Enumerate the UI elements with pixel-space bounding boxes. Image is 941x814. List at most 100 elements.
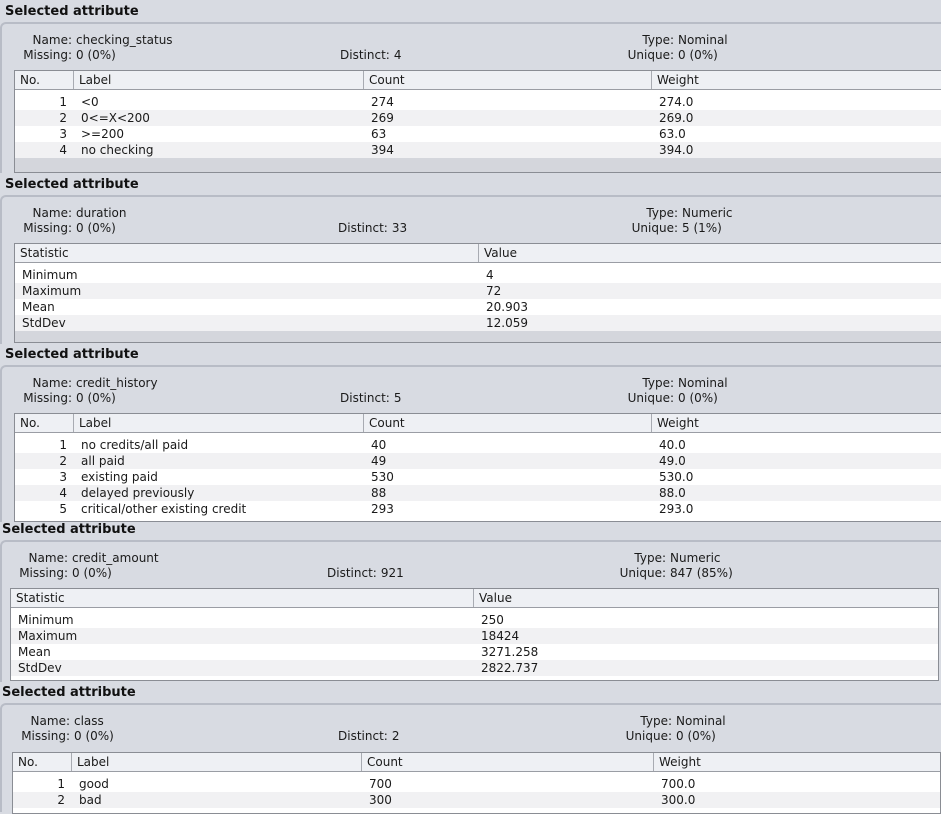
cell-weight: 530.0 [659,470,694,484]
table-row[interactable]: 2 all paid 49 49.0 [15,453,941,469]
panel-title: Selected attribute [2,522,136,537]
col-header-statistic[interactable]: Statistic [15,244,479,262]
table-row[interactable]: 3 existing paid 530 530.0 [15,469,941,485]
cell-weight: 269.0 [659,111,694,125]
col-header-no[interactable]: No. [15,414,74,432]
cell-statistic: Maximum [22,284,82,298]
type-label: Type: [634,551,666,565]
table-row[interactable]: 4 delayed previously 88 88.0 [15,485,941,501]
cell-statistic: Maximum [18,629,78,643]
table-row[interactable]: 1 good 700 700.0 [13,776,940,792]
type-label: Type: [646,206,678,220]
cell-label: critical/other existing credit [81,502,247,516]
table-row[interactable]: Mean 3271.258 [11,644,938,660]
cell-no: 4 [59,143,67,157]
table-row[interactable]: StdDev 12.059 [15,315,941,331]
cell-count: 300 [369,793,392,807]
name-value: duration [76,206,127,220]
table-row[interactable]: 1 <0 274 274.0 [15,94,941,110]
distinct-value: 2 [391,729,400,743]
table-row[interactable]: Minimum 250 [11,612,938,628]
missing-label: Missing: [21,729,70,743]
col-header-weight[interactable]: Weight [654,753,940,771]
cell-no: 5 [59,502,67,516]
type-value: Nominal [676,714,726,728]
unique-label: Unique: [631,221,678,235]
cell-count: 269 [371,111,394,125]
cell-count: 274 [371,95,394,109]
table-row[interactable]: 1 no credits/all paid 40 40.0 [15,437,941,453]
col-header-no[interactable]: No. [13,753,72,771]
col-header-count[interactable]: Count [364,71,652,89]
col-header-no[interactable]: No. [15,71,74,89]
table-row[interactable]: Minimum 4 [15,267,941,283]
missing-label: Missing: [23,221,72,235]
table-row[interactable]: 2 0<=X<200 269 269.0 [15,110,941,126]
table-row[interactable]: 5 critical/other existing credit 293 293.0 [15,501,941,517]
col-header-value[interactable]: Value [474,589,938,607]
col-header-count[interactable]: Count [362,753,654,771]
col-header-label[interactable]: Label [74,71,364,89]
cell-statistic: Minimum [22,268,78,282]
unique-row: Unique: 5 (1%) [622,221,722,236]
col-header-label[interactable]: Label [72,753,362,771]
distinct-label: Distinct: [338,221,388,235]
table-row[interactable]: 2 bad 300 300.0 [13,792,940,808]
col-header-count[interactable]: Count [364,414,652,432]
cell-value: 12.059 [486,316,528,330]
table-header: No. Label Count Weight [15,414,941,433]
missing-value: 0 (0%) [76,391,116,405]
cell-label: good [79,777,109,791]
col-header-weight[interactable]: Weight [652,414,941,432]
unique-value: 0 (0%) [678,391,718,405]
table-empty-area [15,158,941,172]
type-value: Numeric [682,206,733,220]
cell-count: 394 [371,143,394,157]
attribute-panel-credit-amount: Selected attribute Name: credit_amount Mi… [0,521,941,682]
col-header-statistic[interactable]: Statistic [11,589,474,607]
distinct-value: 5 [393,391,402,405]
unique-label: Unique: [627,391,674,405]
values-table[interactable]: No. Label Count Weight 1 <0 274 274.0 2 0<=X… [14,70,941,173]
table-row[interactable]: Maximum 18424 [11,628,938,644]
cell-no: 1 [57,777,65,791]
unique-row: Unique: 0 (0%) [620,391,718,406]
type-value: Numeric [670,551,721,565]
table-row[interactable]: Maximum 72 [15,283,941,299]
cell-count: 49 [371,454,387,468]
name-row: Name: class [12,714,104,729]
cell-label: bad [79,793,102,807]
unique-row: Unique: 847 (85%) [610,566,733,581]
col-header-label[interactable]: Label [74,414,364,432]
table-row[interactable]: StdDev 2822.737 [11,660,938,676]
cell-value: 3271.258 [481,645,539,659]
name-row: Name: checking_status [14,33,173,48]
values-table[interactable]: No. Label Count Weight 1 no credits/all p… [14,413,941,522]
name-value: checking_status [76,33,173,47]
cell-weight: 293.0 [659,502,694,516]
table-row[interactable]: Mean 20.903 [15,299,941,315]
table-row[interactable]: 3 >=200 63 63.0 [15,126,941,142]
col-header-value[interactable]: Value [479,244,941,262]
cell-weight: 40.0 [659,438,686,452]
statistics-table[interactable]: Statistic Value Minimum 250 Maximum 18424 … [10,588,939,681]
cell-count: 293 [371,502,394,516]
table-row[interactable]: 4 no checking 394 394.0 [15,142,941,158]
missing-row: Missing: 0 (0%) [10,566,112,581]
missing-value: 0 (0%) [76,221,116,235]
cell-label: >=200 [81,127,125,141]
cell-count: 63 [371,127,387,141]
type-label: Type: [640,714,672,728]
cell-weight: 274.0 [659,95,694,109]
cell-weight: 88.0 [659,486,686,500]
col-header-weight[interactable]: Weight [652,71,941,89]
type-label: Type: [642,33,674,47]
statistics-table[interactable]: Statistic Value Minimum 4 Maximum 72 Mean 2… [14,243,941,343]
name-value: credit_history [76,376,158,390]
unique-value: 847 (85%) [670,566,733,580]
values-table[interactable]: No. Label Count Weight 1 good 700 700.0 2 ba… [12,752,941,814]
name-label: Name: [32,376,72,390]
panel-title: Selected attribute [5,4,139,19]
distinct-label: Distinct: [340,391,390,405]
missing-value: 0 (0%) [74,729,114,743]
